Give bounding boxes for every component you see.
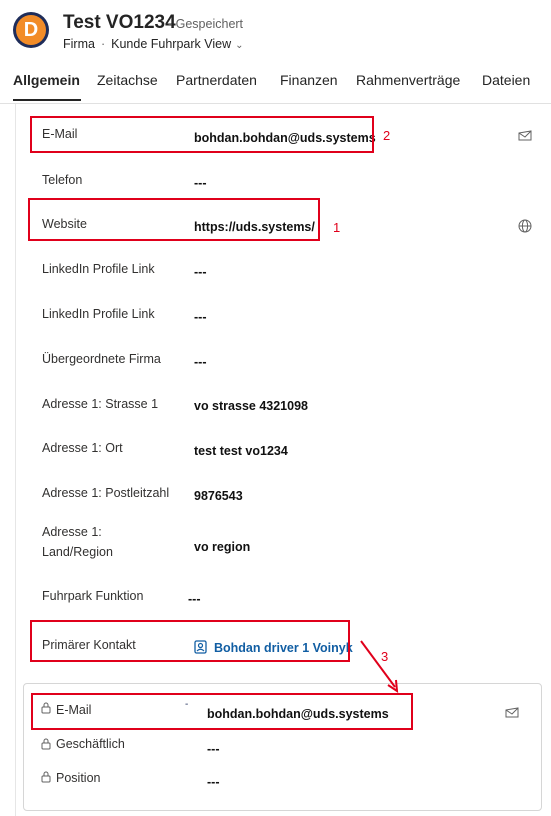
related-label-business: Geschäftlich [56, 737, 125, 751]
field-label-country: Adresse 1: Land/Region [42, 525, 113, 559]
mail-icon[interactable] [518, 129, 532, 143]
field-value-postal-code[interactable]: 9876543 [194, 487, 243, 505]
field-label-street: Adresse 1: Strasse 1 [42, 397, 159, 411]
mail-icon[interactable] [505, 706, 519, 720]
entity-type: Firma [63, 37, 95, 51]
tab-zeitachse[interactable]: Zeitachse [97, 72, 158, 88]
field-label-city: Adresse 1: Ort [42, 441, 123, 455]
annotation-number-2: 2 [383, 128, 391, 143]
annotation-box-primary-contact [30, 620, 350, 662]
annotation-box-website [28, 198, 320, 241]
field-value-city[interactable]: test test vo1234 [194, 442, 288, 460]
tab-dateien[interactable]: Dateien [482, 72, 530, 88]
related-label-position: Position [56, 771, 101, 785]
annotation-arrow [360, 640, 399, 693]
stray-mark: - [185, 699, 189, 710]
field-label-fleet-function: Fuhrpark Funktion [42, 589, 144, 603]
view-selector[interactable]: Kunde Fuhrpark View ⌄ [111, 37, 243, 51]
save-status: - Gespeichert [168, 17, 244, 31]
lock-icon [41, 738, 51, 750]
field-label-linkedin-1: LinkedIn Profile Link [42, 262, 155, 276]
field-label-linkedin-2: LinkedIn Profile Link [42, 307, 155, 321]
tab-finanzen[interactable]: Finanzen [280, 72, 338, 88]
tab-rahmenvertraege[interactable]: Rahmenverträge [356, 72, 460, 88]
record-title: Test VO1234 [63, 12, 176, 33]
field-label-postal-code: Adresse 1: Postleitzahl [42, 486, 170, 500]
field-value-linkedin-2[interactable]: --- [194, 308, 207, 326]
entity-view-line: Firma · Kunde Fuhrpark View ⌄ [63, 37, 244, 51]
panel-border [15, 104, 16, 816]
related-value-position[interactable]: --- [207, 773, 220, 791]
field-value-telefon[interactable]: --- [194, 174, 207, 192]
related-value-business[interactable]: --- [207, 740, 220, 758]
field-label-telefon: Telefon [42, 173, 83, 187]
active-tab-indicator [13, 99, 81, 101]
logo-letter: D [16, 15, 46, 45]
chevron-down-icon: ⌄ [235, 40, 244, 51]
globe-icon[interactable] [518, 219, 532, 233]
view-name: Kunde Fuhrpark View [111, 37, 232, 51]
field-value-fleet-function[interactable]: --- [188, 590, 201, 608]
tab-bar: Allgemein Zeitachse Partnerdaten Finanze… [0, 72, 551, 102]
field-value-linkedin-1[interactable]: --- [194, 263, 207, 281]
lock-icon [41, 771, 51, 783]
field-label-parent-company: Übergeordnete Firma [42, 352, 161, 366]
tab-divider [0, 103, 551, 104]
field-value-country[interactable]: vo region [194, 538, 250, 556]
annotation-number-1: 1 [333, 220, 341, 235]
field-value-street[interactable]: vo strasse 4321098 [194, 397, 308, 415]
annotation-box-email [30, 116, 374, 153]
field-value-parent-company[interactable]: --- [194, 353, 207, 371]
annotation-box-related-email [31, 693, 413, 730]
separator-dot: · [100, 37, 106, 51]
app-logo: D [13, 12, 49, 48]
tab-allgemein[interactable]: Allgemein [13, 72, 80, 88]
tab-partnerdaten[interactable]: Partnerdaten [176, 72, 257, 88]
